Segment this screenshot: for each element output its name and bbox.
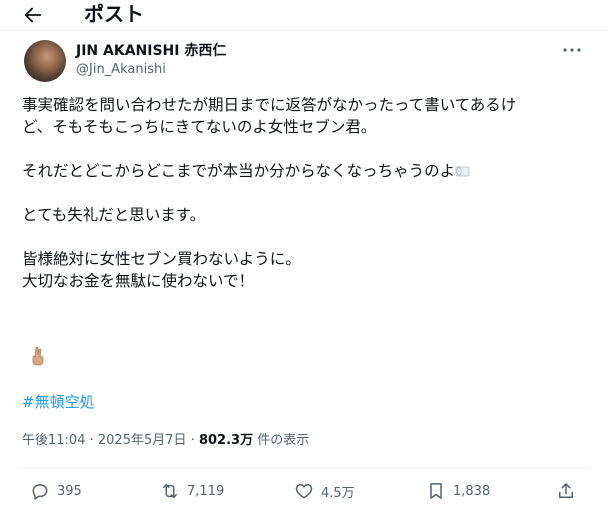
action-bar: 395 7,119 4.5万 1,838 <box>0 478 608 508</box>
tweet-meta: 午後11:04 · 2025年5月7日 · 802.3万 件の表示 <box>22 432 309 450</box>
like-button[interactable]: 4.5万 <box>294 481 355 501</box>
share-icon <box>559 483 573 498</box>
like-count: 4.5万 <box>321 485 355 501</box>
tweet-line: それだとどこからどこまでが本当か分からなくなっちゃうのよ <box>22 160 592 182</box>
tweet-text: 事実確認を問い合わせたが期日までに返答がなかったって書いてあるけ ど、そもそもこ… <box>22 94 592 292</box>
bookmark-icon <box>430 483 442 499</box>
author-display-name[interactable]: JIN AKANISHI 赤西仁 <box>76 42 226 60</box>
repost-icon <box>163 484 177 498</box>
back-arrow-icon[interactable] <box>22 4 44 26</box>
roll-of-paper-icon <box>455 166 470 177</box>
avatar[interactable] <box>24 40 66 82</box>
tweet-line: 大切なお金を無駄に使わないで！ <box>22 272 255 290</box>
author-handle[interactable]: @Jin_Akanishi <box>76 61 166 78</box>
reply-count: 395 <box>57 483 82 499</box>
tweet-line: とても失礼だと思います。 <box>22 206 206 224</box>
tweet-date[interactable]: 2025年5月7日 <box>98 433 187 448</box>
share-button[interactable] <box>556 481 576 501</box>
tweet-time[interactable]: 午後11:04 <box>22 433 85 448</box>
reply-icon <box>32 484 48 500</box>
tweet-line-text: それだとどこからどこまでが本当か分からなくなっちゃうのよ <box>22 162 456 180</box>
meta-separator: · <box>89 433 94 448</box>
hashtag-link[interactable]: #無頓空処 <box>22 392 95 412</box>
meta-separator: · <box>190 433 195 448</box>
views-count: 802.3万 <box>198 433 254 448</box>
repost-button[interactable]: 7,119 <box>160 481 224 501</box>
views-label: 件の表示 <box>257 433 310 448</box>
bookmark-button[interactable]: 1,838 <box>426 481 490 501</box>
divider <box>0 30 608 31</box>
top-bar: ポスト <box>0 0 608 30</box>
bookmark-count: 1,838 <box>453 483 491 499</box>
tweet-line: 事実確認を問い合わせたが期日までに返答がなかったって書いてあるけ <box>22 96 517 114</box>
tweet-line: 皆様絶対に女性セブン買わないように。 <box>22 250 301 268</box>
more-dots-icon[interactable] <box>562 44 582 56</box>
reply-button[interactable]: 395 <box>30 481 82 501</box>
crossed-fingers-icon <box>32 346 44 366</box>
page-title: ポスト <box>84 2 144 26</box>
repost-count: 7,119 <box>187 483 225 499</box>
heart-icon <box>295 484 313 499</box>
tweet-line: ど、そもそもこっちにきてないのよ女性セブン君。 <box>22 118 377 136</box>
divider <box>22 467 590 468</box>
